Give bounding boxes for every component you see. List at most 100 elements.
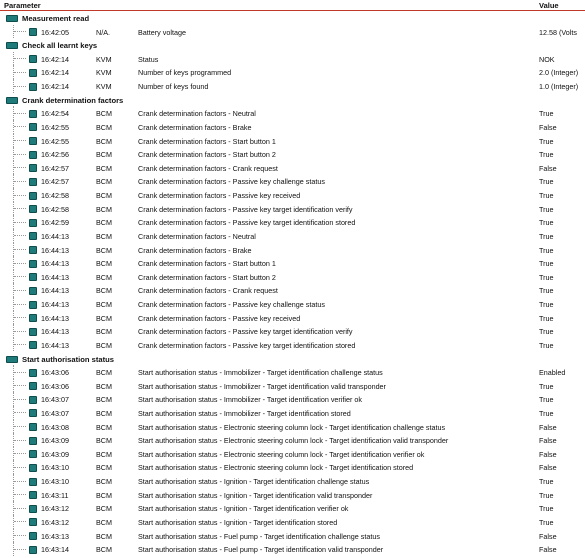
row-description: Crank determination factors - Passive ke… <box>138 191 301 201</box>
column-header: Parameter Value <box>0 0 585 11</box>
row-time: 16:43:12 <box>41 504 69 514</box>
row-source: BCM <box>96 395 112 405</box>
tree-connector-tick <box>14 385 26 387</box>
row-value: 1.0 (Integer) <box>539 82 579 92</box>
tree-row[interactable]: 16:42:05 N/A. Battery voltage 12.58 (Volts <box>0 24 585 39</box>
row-source: BCM <box>96 191 112 201</box>
group-title: Check all learnt keys <box>22 41 98 51</box>
row-source: KVM <box>96 68 112 78</box>
collapse-group-icon[interactable] <box>6 96 18 104</box>
row-time: 16:42:57 <box>41 163 69 173</box>
tree-row[interactable]: 16:42:57 BCM Crank determination factors -… <box>0 174 585 189</box>
tree-connector-tick <box>14 167 26 169</box>
value-column-header[interactable]: Value <box>539 1 559 10</box>
parameter-icon <box>29 423 37 432</box>
tree-group[interactable]: Crank determination factors <box>0 93 585 107</box>
tree-row[interactable]: 16:42:58 BCM Crank determination factors -… <box>0 188 585 202</box>
row-description: Crank determination factors - Passive ke… <box>138 177 325 187</box>
row-source: BCM <box>96 408 112 418</box>
tree-connector-tick <box>14 194 26 196</box>
parameter-icon <box>29 232 37 241</box>
tree-row[interactable]: 16:44:13 BCM Crank determination factors -… <box>0 310 585 325</box>
collapse-group-icon[interactable] <box>6 355 18 363</box>
tree-group[interactable]: Check all learnt keys <box>0 38 585 52</box>
tree-row[interactable]: 16:43:06 BCM Start authorisation status - … <box>0 365 585 379</box>
tree-group[interactable]: Start authorisation status <box>0 352 585 366</box>
tree-row[interactable]: 16:43:07 BCM Start authorisation status - … <box>0 392 585 406</box>
row-description: Start authorisation status - Electronic … <box>138 463 414 473</box>
parameter-column-header[interactable]: Parameter <box>4 1 41 10</box>
parameter-icon <box>29 382 37 391</box>
row-source: BCM <box>96 436 112 446</box>
tree-row[interactable]: 16:43:11 BCM Start authorisation status - … <box>0 487 585 502</box>
row-description: Crank determination factors - Crank requ… <box>138 286 278 296</box>
tree-row[interactable]: 16:44:13 BCM Crank determination factors -… <box>0 256 585 270</box>
tree-row[interactable]: 16:44:13 BCM Crank determination factors -… <box>0 324 585 338</box>
tree-row[interactable]: 16:43:14 BCM Start authorisation status - … <box>0 542 585 556</box>
tree-row[interactable]: 16:43:09 BCM Start authorisation status - … <box>0 446 585 461</box>
row-value: NOK <box>539 54 555 64</box>
tree-row[interactable]: 16:43:10 BCM Start authorisation status - … <box>0 460 585 475</box>
tree-connector-tick <box>14 480 26 482</box>
row-source: BCM <box>96 517 112 527</box>
tree-connector-tick <box>14 221 26 223</box>
tree-connector-tick <box>14 126 26 128</box>
tree-row[interactable]: 16:44:13 BCM Crank determination factors -… <box>0 269 585 284</box>
tree-row[interactable]: 16:44:13 BCM Crank determination factors -… <box>0 297 585 311</box>
tree-connector-tick <box>14 548 26 550</box>
row-description: Crank determination factors - Start butt… <box>138 259 276 269</box>
row-description: Battery voltage <box>138 27 186 37</box>
row-source: KVM <box>96 54 112 64</box>
parameter-icon <box>29 164 37 173</box>
tree-row[interactable]: 16:44:13 BCM Crank determination factors -… <box>0 337 585 352</box>
row-description: Number of keys programmed <box>138 68 232 78</box>
row-description: Start authorisation status - Electronic … <box>138 436 449 446</box>
parameter-icon <box>29 28 37 37</box>
tree-row[interactable]: 16:42:14 KVM Number of keys programmed 2.0 … <box>0 65 585 80</box>
row-time: 16:44:13 <box>41 259 69 269</box>
row-source: BCM <box>96 545 112 555</box>
tree-row[interactable]: 16:43:12 BCM Start authorisation status - … <box>0 501 585 515</box>
row-value: True <box>539 327 554 337</box>
tree-row[interactable]: 16:44:13 BCM Crank determination factors -… <box>0 283 585 297</box>
tree-row[interactable]: 16:43:12 BCM Start authorisation status - … <box>0 514 585 529</box>
collapse-group-icon[interactable] <box>6 15 18 22</box>
tree-row[interactable]: 16:42:56 BCM Crank determination factors -… <box>0 147 585 161</box>
tree-row[interactable]: 16:42:59 BCM Crank determination factors -… <box>0 215 585 229</box>
tree-row[interactable]: 16:42:55 BCM Crank determination factors -… <box>0 133 585 148</box>
parameter-icon <box>29 532 37 541</box>
row-source: BCM <box>96 449 112 459</box>
tree-row[interactable]: 16:43:08 BCM Start authorisation status - … <box>0 419 585 434</box>
row-value: True <box>539 381 554 391</box>
tree-row[interactable]: 16:43:09 BCM Start authorisation status - … <box>0 433 585 447</box>
tree-row[interactable]: 16:42:58 BCM Crank determination factors -… <box>0 201 585 216</box>
tree-group[interactable]: Measurement read <box>0 11 585 25</box>
row-time: 16:42:59 <box>41 218 69 228</box>
tree-row[interactable]: 16:42:55 BCM Crank determination factors -… <box>0 119 585 134</box>
collapse-group-icon[interactable] <box>6 42 18 50</box>
row-source: BCM <box>96 313 112 323</box>
tree-row[interactable]: 16:42:14 KVM Number of keys found 1.0 (Inte… <box>0 79 585 93</box>
row-time: 16:44:13 <box>41 340 69 350</box>
tree-row[interactable]: 16:43:10 BCM Start authorisation status - … <box>0 474 585 488</box>
parameter-icon <box>29 273 37 282</box>
tree-row[interactable]: 16:44:13 BCM Crank determination factors -… <box>0 242 585 257</box>
row-value: False <box>539 463 557 473</box>
tree-row[interactable]: 16:43:07 BCM Start authorisation status - … <box>0 405 585 420</box>
parameter-icon <box>29 341 37 350</box>
tree-row[interactable]: 16:42:54 BCM Crank determination factors -… <box>0 106 585 120</box>
row-time: 16:43:09 <box>41 436 69 446</box>
tree-row[interactable]: 16:44:13 BCM Crank determination factors -… <box>0 228 585 243</box>
row-value: True <box>539 408 554 418</box>
parameter-icon <box>29 395 37 404</box>
tree-row[interactable]: 16:43:13 BCM Start authorisation status - … <box>0 528 585 543</box>
parameter-icon <box>29 491 37 500</box>
tree-row[interactable]: 16:42:14 KVM Status NOK <box>0 51 585 66</box>
row-value: True <box>539 490 554 500</box>
row-value: True <box>539 313 554 323</box>
row-time: 16:42:57 <box>41 177 69 187</box>
tree-row[interactable]: 16:43:06 BCM Start authorisation status - … <box>0 378 585 393</box>
row-source: BCM <box>96 218 112 228</box>
tree-row[interactable]: 16:42:57 BCM Crank determination factors -… <box>0 160 585 175</box>
row-value: False <box>539 545 557 555</box>
